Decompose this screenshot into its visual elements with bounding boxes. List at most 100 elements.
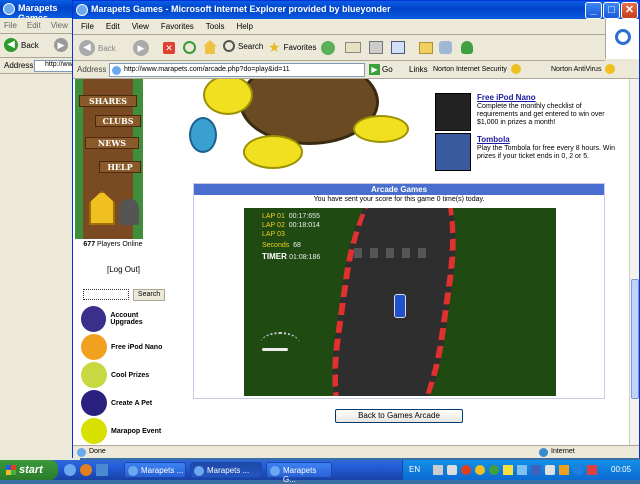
sidebar-search-button[interactable]: Search <box>133 289 165 301</box>
sidebar-search-input[interactable] <box>83 289 129 300</box>
main-window[interactable]: Marapets Games - Microsoft Internet Expl… <box>72 0 640 458</box>
sidebar-item-create-pet[interactable]: Create A Pet <box>81 389 171 417</box>
network-icon[interactable] <box>433 465 443 475</box>
search-button[interactable]: Search <box>223 40 263 52</box>
stop-icon[interactable]: ✕ <box>163 42 175 54</box>
forward-arrow-icon[interactable]: ▶ <box>54 38 68 52</box>
scrollbar-thumb[interactable] <box>631 279 639 399</box>
window-title: Marapets Games - Microsoft Internet Expl… <box>91 4 391 14</box>
lap-label: LAP 01 <box>262 213 285 220</box>
menu-view[interactable]: View <box>132 22 149 34</box>
menu-edit[interactable]: Edit <box>106 22 120 34</box>
links-button[interactable]: Links <box>409 65 428 74</box>
chat-tray-icon[interactable] <box>573 465 583 475</box>
sidebar-item-marapop-event[interactable]: Marapop Event <box>81 417 171 445</box>
sign-help[interactable]: HELP <box>99 161 141 173</box>
menu-tools[interactable]: Tools <box>206 22 225 34</box>
clock[interactable]: 00:05 <box>611 465 631 474</box>
favorites-button[interactable]: ★ Favorites <box>268 39 316 56</box>
system-tray: EN 00:05 <box>402 460 640 480</box>
lap-row: LAP 03 <box>262 230 320 239</box>
edit-icon[interactable] <box>391 41 405 54</box>
vertical-scrollbar[interactable] <box>629 79 639 445</box>
back-button[interactable]: ◀ Back <box>79 40 116 56</box>
alert-tray-icon[interactable] <box>587 465 597 475</box>
norton-tray-icon[interactable] <box>475 465 485 475</box>
seconds-value: 68 <box>293 242 301 249</box>
minimize-button[interactable]: _ <box>585 2 602 19</box>
toolbar <box>73 35 605 61</box>
update-tray-icon[interactable] <box>517 465 527 475</box>
racing-game-canvas[interactable]: LAP 01 00:17:655 LAP 02 00:18:014 LAP 03… <box>244 208 556 396</box>
norton-security-button[interactable]: Norton Internet Security <box>433 64 521 74</box>
display-tray-icon[interactable] <box>531 465 541 475</box>
volume-icon[interactable] <box>447 465 457 475</box>
sidebar-item-free-ipod[interactable]: Free iPod Nano <box>81 333 171 361</box>
ie-logo-icon <box>3 3 15 15</box>
taskbar-item-active[interactable]: Marapets ... <box>190 462 262 478</box>
logout-link[interactable]: [Log Out] <box>107 265 140 274</box>
race-car <box>394 294 406 318</box>
lap-time: 00:18:014 <box>288 222 320 229</box>
history-icon[interactable] <box>321 41 335 55</box>
main-titlebar[interactable]: Marapets Games - Microsoft Internet Expl… <box>73 1 639 19</box>
language-indicator[interactable]: EN <box>409 465 420 474</box>
background-menubar: File Edit View <box>0 18 80 34</box>
back-button[interactable]: ◀ Back <box>4 38 39 52</box>
media-quicklaunch-icon[interactable] <box>80 464 92 476</box>
menu-help[interactable]: Help <box>236 22 252 34</box>
security-icon[interactable] <box>461 465 471 475</box>
taskbar-item[interactable]: Marapets ... <box>124 462 186 478</box>
ie-logo-icon <box>76 4 88 16</box>
back-label: Back <box>21 40 39 50</box>
address-input[interactable]: http://www.marapets.com/arcade.php?do=pl… <box>109 63 365 77</box>
sign-clubs[interactable]: CLUBS <box>95 115 141 127</box>
status-text: Done <box>89 448 106 455</box>
menu-edit[interactable]: Edit <box>27 21 41 33</box>
background-window[interactable]: Marapets Games File Edit View ◀ Back ▶ A… <box>0 0 80 460</box>
cool-prizes-icon <box>81 362 107 388</box>
free-ipod-icon <box>81 334 107 360</box>
research-icon[interactable] <box>439 41 452 54</box>
ad-text: Complete the monthly checklist of requir… <box>477 103 605 126</box>
seconds-readout: Seconds 68 <box>262 242 301 249</box>
menu-favorites[interactable]: Favorites <box>161 22 194 34</box>
sidebar-item-account-upgrades[interactable]: Account Upgrades <box>81 305 171 333</box>
forward-arrow-icon[interactable]: ▶ <box>133 40 149 56</box>
ad-title-link[interactable]: Free iPod Nano <box>477 93 536 102</box>
messenger-icon[interactable] <box>461 41 473 54</box>
mail-icon[interactable] <box>345 42 361 53</box>
refresh-icon[interactable] <box>183 41 196 54</box>
antivirus-tray-icon[interactable] <box>503 465 513 475</box>
shield-tray-icon[interactable] <box>545 465 555 475</box>
power-tray-icon[interactable] <box>559 465 569 475</box>
back-to-arcade-button[interactable]: Back to Games Arcade <box>335 409 463 423</box>
tombola-image[interactable] <box>435 133 471 171</box>
marapop-event-icon <box>81 418 107 444</box>
print-icon[interactable] <box>369 41 383 54</box>
taskbar: start Marapets ... Marapets ... Marapets… <box>0 460 640 484</box>
sidebar-item-label: Create A Pet <box>111 399 153 407</box>
menu-file[interactable]: File <box>81 22 94 34</box>
menu-view[interactable]: View <box>51 21 68 33</box>
ie-icon <box>270 466 280 476</box>
maximize-button[interactable]: □ <box>603 2 620 19</box>
address-value: http://www.marapets.com/arcade.php?do=pl… <box>124 66 290 73</box>
folder-icon[interactable] <box>419 42 433 54</box>
sign-news[interactable]: NEWS <box>85 137 139 149</box>
checkered-line <box>354 248 434 258</box>
sign-shares[interactable]: SHARES <box>79 95 137 107</box>
ipod-image[interactable] <box>435 93 471 131</box>
arcade-panel: Arcade Games You have sent your score fo… <box>193 183 605 399</box>
ad-title-link[interactable]: Tombola <box>477 135 510 144</box>
go-button[interactable]: ▶ Go <box>369 64 393 75</box>
start-button[interactable]: start <box>0 460 58 480</box>
sidebar-item-cool-prizes[interactable]: Cool Prizes <box>81 361 171 389</box>
ie-quicklaunch-icon[interactable] <box>64 464 76 476</box>
close-button[interactable]: ✕ <box>621 2 638 19</box>
norton-antivirus-button[interactable]: Norton AntiVirus <box>551 64 616 74</box>
messenger-tray-icon[interactable] <box>489 465 499 475</box>
taskbar-item[interactable]: Marapets G... <box>266 462 332 484</box>
menu-file[interactable]: File <box>4 21 17 33</box>
desktop-quicklaunch-icon[interactable] <box>96 464 108 476</box>
